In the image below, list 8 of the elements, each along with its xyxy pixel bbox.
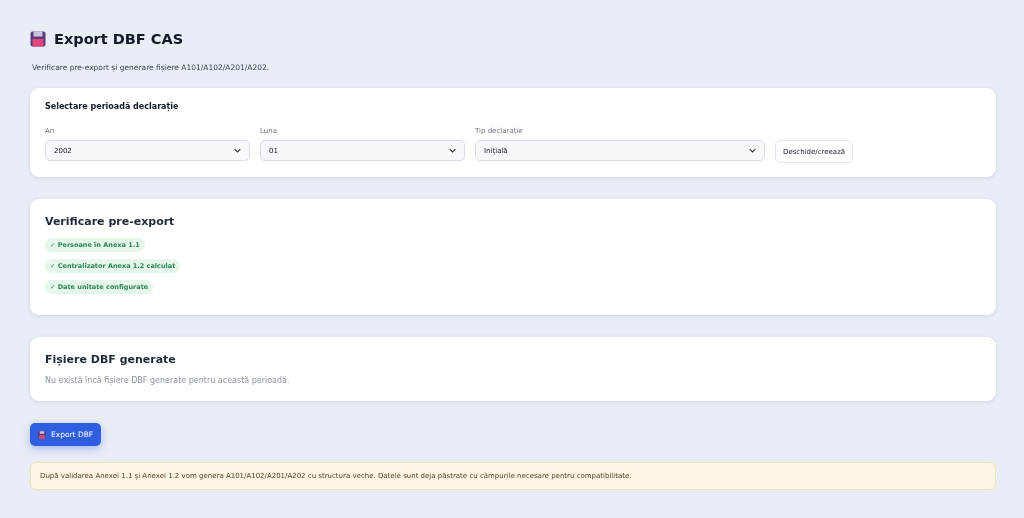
chevron-down-icon	[449, 148, 456, 153]
card-title: Selectare perioadă declarație	[45, 102, 180, 111]
card-title: Fișiere DBF generate	[45, 353, 177, 366]
chevron-down-icon	[749, 148, 756, 153]
empty-message: Nu există încă fișiere DBF generate pentru această perioadă.	[45, 376, 291, 385]
page-title: Export DBF CAS	[54, 31, 184, 47]
chevron-down-icon	[234, 148, 241, 153]
card-title: Verificare pre-export	[45, 215, 176, 228]
